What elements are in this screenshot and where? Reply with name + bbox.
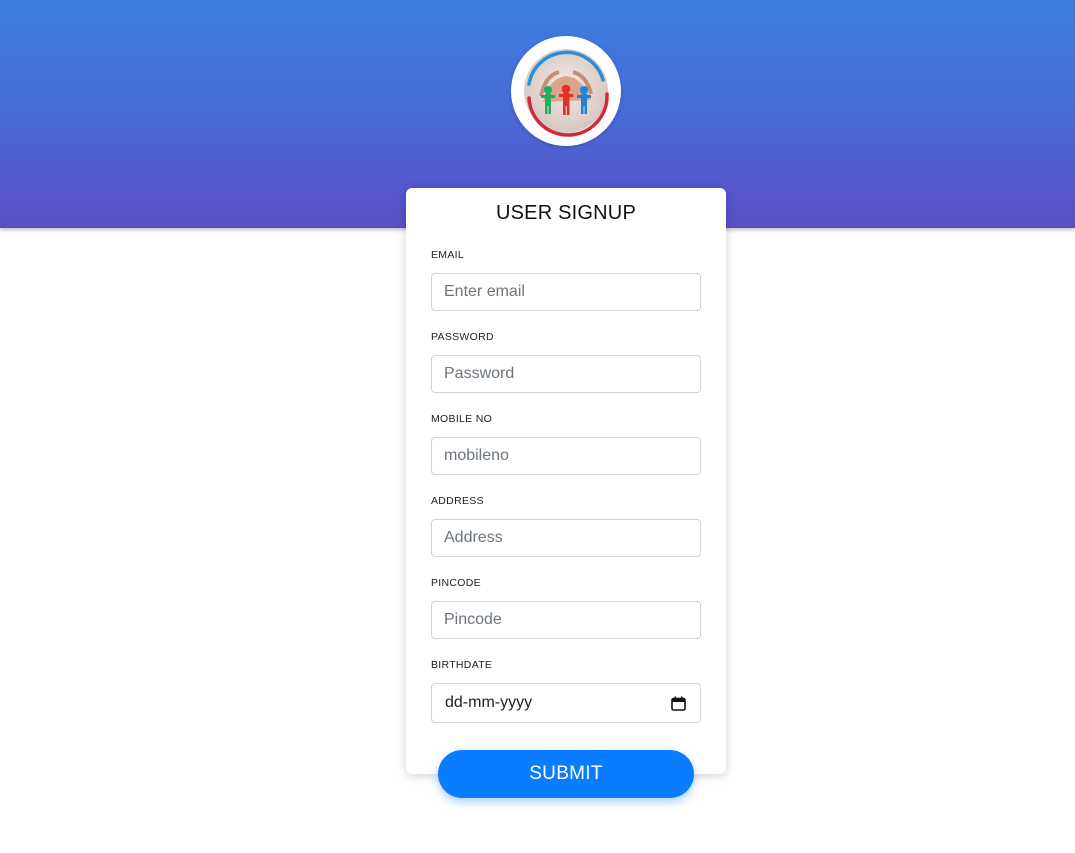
pincode-field[interactable] [431,601,701,639]
submit-button[interactable]: SUBMIT [438,750,694,798]
address-field[interactable] [431,519,701,557]
password-field[interactable] [431,355,701,393]
signup-page: USER SIGNUP EMAIL PASSWORD MOBILE NO ADD… [0,0,1075,853]
signup-card: USER SIGNUP EMAIL PASSWORD MOBILE NO ADD… [406,188,726,774]
email-field[interactable] [431,273,701,311]
pincode-label: PINCODE [431,577,481,589]
password-label: PASSWORD [431,331,494,343]
birthdate-field[interactable]: dd-mm-yyyy [431,683,701,723]
birthdate-label: BIRTHDATE [431,659,493,671]
calendar-icon[interactable] [671,696,686,711]
people-hands-logo-icon [524,49,609,137]
email-label: EMAIL [431,249,465,261]
mobile-field[interactable] [431,437,701,475]
mobile-label: MOBILE NO [431,413,493,425]
birthdate-value: dd-mm-yyyy [445,694,533,711]
logo [511,36,621,146]
form-title: USER SIGNUP [495,202,636,224]
address-label: ADDRESS [431,495,484,507]
